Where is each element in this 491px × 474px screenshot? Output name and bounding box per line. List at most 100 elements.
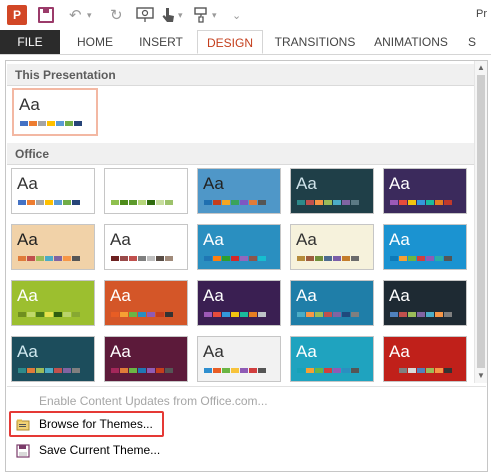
color-swatch — [435, 368, 443, 373]
color-swatch — [165, 256, 173, 261]
theme-thumbnail-text: Aa — [389, 286, 410, 305]
theme-thumbnail[interactable]: Aa — [290, 280, 374, 326]
theme-thumbnail-text: Aa — [17, 230, 38, 249]
theme-thumbnail[interactable]: Aa — [104, 280, 188, 326]
format-painter-icon[interactable] — [193, 5, 211, 25]
color-swatch — [390, 256, 398, 261]
theme-thumbnail[interactable]: Aa — [104, 168, 188, 214]
theme-thumbnail[interactable]: Aa — [104, 224, 188, 270]
tab-animations[interactable]: ANIMATIONS — [367, 30, 455, 54]
save-current-theme-item[interactable]: Save Current Theme... — [7, 439, 486, 461]
color-swatch — [222, 312, 230, 317]
format-dropdown-icon[interactable]: ▾ — [212, 5, 217, 25]
theme-thumbnail-text: Aa — [17, 174, 38, 193]
color-swatch — [399, 312, 407, 317]
color-swatch — [351, 200, 359, 205]
color-swatch — [47, 121, 55, 126]
color-swatch — [351, 368, 359, 373]
presentation-icon[interactable] — [136, 5, 154, 25]
theme-thumbnail[interactable]: Aa — [383, 280, 467, 326]
redo-icon[interactable]: ↻ — [110, 5, 123, 25]
color-swatch — [18, 200, 26, 205]
tab-design[interactable]: DESIGN — [197, 30, 263, 54]
color-swatch — [54, 312, 62, 317]
color-swatch — [297, 368, 305, 373]
color-swatch — [129, 256, 137, 261]
color-swatch — [342, 256, 350, 261]
theme-thumbnail[interactable]: Aa — [383, 168, 467, 214]
theme-thumbnail[interactable]: Aa — [197, 336, 281, 382]
color-swatch — [72, 200, 80, 205]
theme-thumbnail[interactable]: Aa — [383, 224, 467, 270]
color-swatch — [417, 368, 425, 373]
this-presentation-header: This Presentation — [7, 64, 478, 86]
undo-icon[interactable]: ↶ — [69, 5, 82, 25]
theme-thumbnail-text: Aa — [203, 286, 224, 305]
scroll-up-icon[interactable]: ▲ — [475, 62, 487, 74]
color-swatch — [342, 368, 350, 373]
theme-thumbnail[interactable]: Aa — [11, 224, 95, 270]
theme-thumbnail[interactable]: Aa — [11, 280, 95, 326]
color-swatch — [111, 256, 119, 261]
color-swatch — [36, 256, 44, 261]
color-swatch — [213, 200, 221, 205]
browse-for-themes-highlight — [9, 411, 164, 437]
color-swatch — [111, 200, 119, 205]
theme-thumbnail-text: Aa — [296, 230, 317, 249]
color-swatch — [408, 200, 416, 205]
theme-thumbnail[interactable]: Aa — [11, 168, 95, 214]
color-swatches — [18, 256, 81, 261]
scroll-down-icon[interactable]: ▼ — [475, 370, 487, 382]
theme-thumbnail[interactable]: Aa — [12, 88, 98, 136]
color-swatch — [426, 312, 434, 317]
theme-thumbnail[interactable]: Aa — [197, 168, 281, 214]
color-swatch — [120, 312, 128, 317]
scroll-thumb[interactable] — [477, 75, 485, 368]
theme-thumbnail-text: Aa — [203, 230, 224, 249]
enable-content-updates-label: Enable Content Updates from Office.com..… — [39, 394, 268, 408]
powerpoint-app-icon[interactable]: P — [7, 5, 27, 25]
color-swatch — [204, 312, 212, 317]
theme-thumbnail[interactable]: Aa — [11, 336, 95, 382]
color-swatches — [297, 256, 360, 261]
theme-thumbnail[interactable]: Aa — [290, 224, 374, 270]
gallery-scrollbar[interactable]: ▲ ▼ — [474, 61, 487, 383]
save-current-theme-label: Save Current Theme... — [39, 443, 161, 457]
color-swatch — [54, 200, 62, 205]
customize-qat-icon[interactable]: ⌄ — [232, 5, 241, 25]
tab-file[interactable]: FILE — [0, 30, 60, 54]
color-swatch — [426, 200, 434, 205]
color-swatches — [390, 368, 453, 373]
color-swatch — [231, 200, 239, 205]
color-swatches — [20, 121, 83, 126]
tab-insert[interactable]: INSERT — [130, 30, 192, 54]
theme-thumbnail[interactable]: Aa — [383, 336, 467, 382]
color-swatches — [204, 256, 267, 261]
color-swatch — [63, 312, 71, 317]
touch-dropdown-icon[interactable]: ▾ — [178, 5, 183, 25]
color-swatch — [342, 200, 350, 205]
tab-transitions[interactable]: TRANSITIONS — [270, 30, 360, 54]
color-swatch — [426, 256, 434, 261]
tab-slide-show[interactable]: S — [462, 30, 482, 54]
save-theme-icon — [16, 443, 30, 458]
theme-thumbnail[interactable]: Aa — [104, 336, 188, 382]
theme-thumbnail[interactable]: Aa — [197, 224, 281, 270]
color-swatch — [399, 200, 407, 205]
undo-dropdown-icon[interactable]: ▾ — [87, 5, 92, 25]
color-swatch — [399, 368, 407, 373]
theme-thumbnail[interactable]: Aa — [290, 168, 374, 214]
color-swatches — [204, 368, 267, 373]
save-icon[interactable] — [38, 7, 54, 23]
color-swatch — [204, 200, 212, 205]
color-swatch — [417, 312, 425, 317]
color-swatch — [258, 200, 266, 205]
theme-thumbnail[interactable]: Aa — [197, 280, 281, 326]
touch-mode-icon[interactable] — [160, 5, 176, 25]
tab-home[interactable]: HOME — [67, 30, 123, 54]
color-swatch — [72, 312, 80, 317]
color-swatch — [240, 200, 248, 205]
color-swatch — [129, 368, 137, 373]
theme-thumbnail[interactable]: Aa — [290, 336, 374, 382]
theme-thumbnail-text: Aa — [389, 342, 410, 361]
